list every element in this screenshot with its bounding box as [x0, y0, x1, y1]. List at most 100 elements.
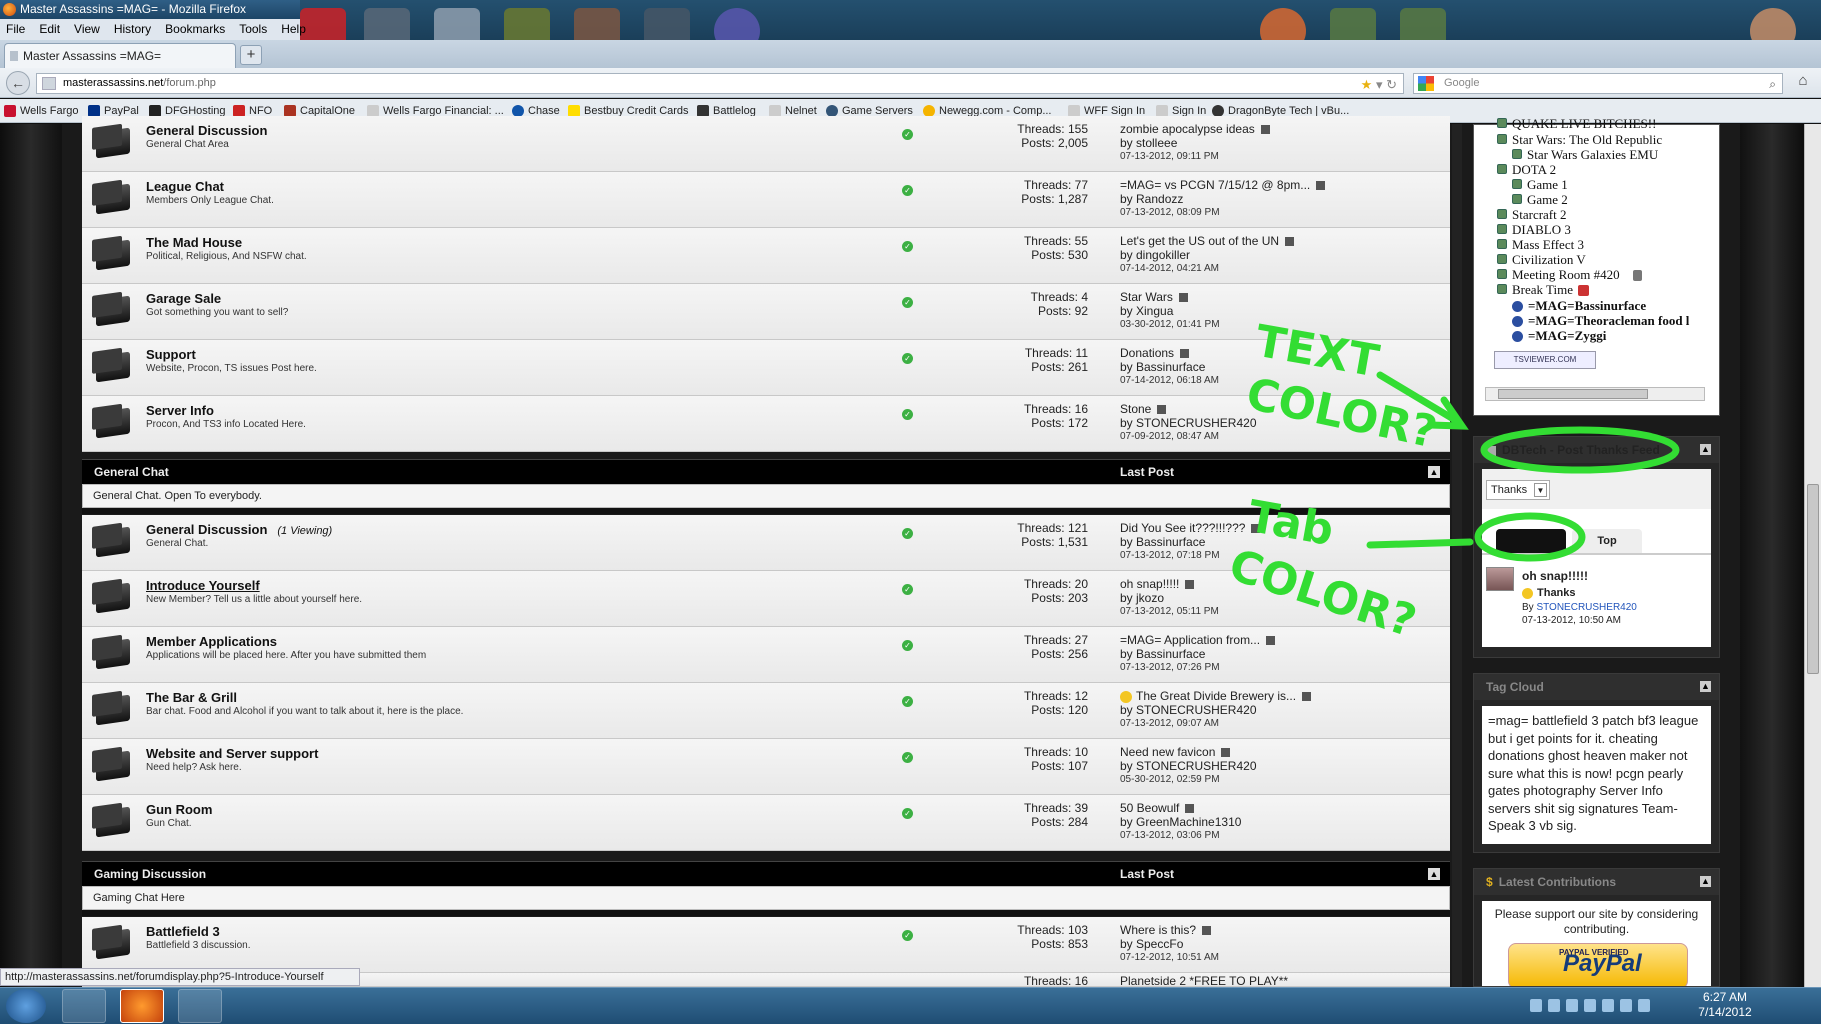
last-post-author[interactable]: by Xingua — [1120, 304, 1220, 318]
collapse-icon[interactable]: ▲ — [1700, 876, 1711, 887]
forum-title[interactable]: Battlefield 3 — [146, 924, 220, 939]
go-to-post-icon[interactable] — [1180, 349, 1190, 359]
last-post-author[interactable]: by jkozo — [1120, 591, 1219, 605]
last-post-link[interactable]: oh snap!!!!! — [1120, 577, 1179, 591]
start-button[interactable] — [6, 989, 46, 1023]
collapse-icon[interactable]: ▲ — [1700, 681, 1711, 692]
taskbar-game-icon[interactable] — [178, 989, 222, 1023]
last-post-author[interactable]: by Bassinurface — [1120, 360, 1219, 374]
home-icon[interactable]: ⌂ — [1792, 72, 1814, 94]
go-to-post-icon[interactable] — [1260, 125, 1270, 135]
ts-channel[interactable]: Civilization V — [1512, 252, 1586, 268]
category-title[interactable]: General Chat — [94, 460, 169, 485]
forum-title[interactable]: General Discussion — [146, 123, 267, 138]
collapse-icon[interactable]: ▲ — [1700, 444, 1711, 455]
last-post-link[interactable]: Let's get the US out of the UN — [1120, 234, 1279, 248]
go-to-post-icon[interactable] — [1185, 804, 1195, 814]
ts-channel[interactable]: Game 1 — [1527, 177, 1568, 193]
paypal-verified-badge[interactable]: PAYPAL VERIFIED PayPal — [1508, 943, 1688, 986]
dropdown-icon[interactable]: ▾ — [1376, 77, 1383, 92]
tray-icon[interactable] — [1530, 998, 1542, 1012]
last-post-author[interactable]: by STONECRUSHER420 — [1120, 703, 1311, 717]
google-icon[interactable] — [1418, 76, 1434, 91]
forum-title[interactable]: Garage Sale — [146, 291, 221, 306]
go-to-post-icon[interactable] — [1157, 405, 1167, 415]
browser-tab[interactable]: Master Assassins =MAG= — [4, 43, 236, 68]
ts-channel[interactable]: Meeting Room #420 — [1512, 267, 1620, 283]
menu-history[interactable]: History — [114, 19, 151, 40]
ts-channel[interactable]: Mass Effect 3 — [1512, 237, 1584, 253]
last-post-link[interactable]: 50 Beowulf — [1120, 801, 1179, 815]
last-post-author[interactable]: by GreenMachine1310 — [1120, 815, 1241, 829]
collapse-icon[interactable]: ▲ — [1428, 868, 1440, 880]
taskbar-firefox-icon[interactable] — [120, 989, 164, 1023]
bookmark-item[interactable]: Wells Fargo — [4, 99, 78, 123]
forum-title[interactable]: Support — [146, 347, 196, 362]
tag-cloud-text[interactable]: =mag= battlefield 3 patch bf3 league but… — [1482, 706, 1711, 844]
ts-channel[interactable]: Star Wars: The Old Republic — [1512, 132, 1662, 148]
menu-bookmarks[interactable]: Bookmarks — [165, 19, 225, 40]
ts-channel[interactable]: QUAKE LIVE BITCHES!! — [1512, 116, 1656, 132]
forum-title[interactable]: Member Applications — [146, 634, 277, 649]
ts-channel[interactable]: Game 2 — [1527, 192, 1568, 208]
url-bar[interactable]: masterassassins.net/forum.php ★ ▾ ↻ — [36, 73, 1404, 94]
menu-view[interactable]: View — [74, 19, 100, 40]
go-to-post-icon[interactable] — [1316, 181, 1326, 191]
taskbar-steam-icon[interactable] — [62, 989, 106, 1023]
last-post-author[interactable]: by SpeccFo — [1120, 937, 1219, 951]
category-title[interactable]: Gaming Discussion — [94, 862, 206, 887]
forum-title[interactable]: League Chat — [146, 179, 224, 194]
tray-icon[interactable] — [1566, 998, 1578, 1012]
network-icon[interactable] — [1602, 998, 1614, 1012]
go-to-post-icon[interactable] — [1302, 692, 1312, 702]
last-post-link[interactable]: Where is this? — [1120, 923, 1196, 937]
last-post-link[interactable]: Stone — [1120, 402, 1151, 416]
ts-channel[interactable]: DOTA 2 — [1512, 162, 1556, 178]
forum-title[interactable]: The Mad House — [146, 235, 242, 250]
menu-file[interactable]: File — [6, 19, 25, 40]
scrollbar-thumb[interactable] — [1807, 484, 1819, 674]
menu-help[interactable]: Help — [281, 19, 306, 40]
volume-icon[interactable] — [1620, 998, 1632, 1012]
last-post-link[interactable]: =MAG= vs PCGN 7/15/12 @ 8pm... — [1120, 178, 1310, 192]
last-post-link[interactable]: Star Wars — [1120, 290, 1173, 304]
ts-channel[interactable]: Break Time — [1512, 282, 1573, 298]
clock[interactable]: 6:27 AM 7/14/2012 — [1655, 990, 1795, 1022]
last-post-author[interactable]: by STONECRUSHER420 — [1120, 759, 1257, 773]
reload-icon[interactable]: ↻ — [1386, 77, 1397, 92]
tray-icon[interactable] — [1638, 998, 1650, 1012]
search-bar[interactable]: Google ⌕ — [1413, 73, 1783, 94]
last-post-author[interactable]: by Randozz — [1120, 192, 1325, 206]
go-to-post-icon[interactable] — [1202, 926, 1212, 936]
ts-user[interactable]: =MAG=Bassinurface — [1528, 298, 1646, 314]
page-scrollbar[interactable] — [1804, 124, 1821, 987]
go-to-post-icon[interactable] — [1221, 748, 1231, 758]
bookmark-star-icon[interactable]: ★ — [1361, 77, 1373, 92]
tray-icon[interactable] — [1548, 998, 1560, 1012]
back-button[interactable]: ← — [6, 71, 30, 95]
ts-channel[interactable]: Star Wars Galaxies EMU — [1527, 147, 1658, 163]
site-identity-icon[interactable] — [42, 77, 56, 90]
forum-title[interactable]: The Bar & Grill — [146, 690, 237, 705]
last-post-author[interactable]: by dingokiller — [1120, 248, 1294, 262]
last-post-link[interactable]: zombie apocalypse ideas — [1120, 122, 1255, 136]
forum-title[interactable]: Introduce Yourself — [146, 578, 260, 593]
last-post-link[interactable]: Planetside 2 *FREE TO PLAY** — [1120, 974, 1288, 986]
tray-icon[interactable] — [1584, 998, 1596, 1012]
go-to-post-icon[interactable] — [1285, 237, 1295, 247]
ts-channel[interactable]: Starcraft 2 — [1512, 207, 1567, 223]
search-icon[interactable]: ⌕ — [1769, 75, 1776, 94]
last-post-link[interactable]: The Great Divide Brewery is... — [1136, 689, 1296, 703]
ts-channel[interactable]: DIABLO 3 — [1512, 222, 1571, 238]
go-to-post-icon[interactable] — [1185, 580, 1195, 590]
new-tab-button[interactable]: + — [240, 45, 262, 65]
forum-title[interactable]: Server Info — [146, 403, 214, 418]
forum-title[interactable]: Website and Server support — [146, 746, 318, 761]
menu-tools[interactable]: Tools — [239, 19, 267, 40]
last-post-link[interactable]: Donations — [1120, 346, 1174, 360]
last-post-author[interactable]: by STONECRUSHER420 — [1120, 416, 1257, 430]
last-post-author[interactable]: by stolleee — [1120, 136, 1270, 150]
last-post-link[interactable]: Need new favicon — [1120, 745, 1215, 759]
last-post-link[interactable]: Did You See it???!!!??? — [1120, 521, 1245, 535]
forum-title[interactable]: Gun Room — [146, 802, 212, 817]
